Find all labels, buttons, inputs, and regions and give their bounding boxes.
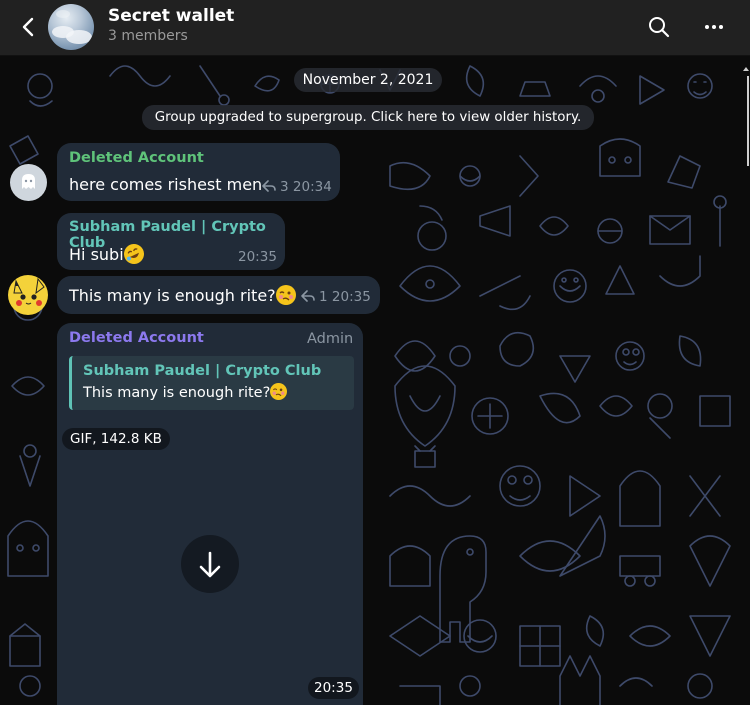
back-button[interactable] bbox=[14, 12, 44, 42]
message-bubble[interactable]: Deleted Account here comes rishest men 3… bbox=[57, 143, 340, 201]
subham-paudel-avatar[interactable] bbox=[8, 275, 48, 315]
message-content: This many is enough rite? bbox=[69, 285, 296, 305]
sender-name[interactable]: Deleted Account bbox=[69, 150, 204, 166]
pikachu-avatar-icon bbox=[13, 277, 45, 306]
download-button[interactable] bbox=[181, 535, 239, 593]
woozy-face-emoji-icon bbox=[275, 285, 296, 305]
woozy-face-emoji-icon bbox=[270, 383, 288, 400]
admin-badge: Admin bbox=[307, 331, 354, 347]
chat-header: Secret wallet 3 members bbox=[0, 0, 750, 56]
gif-size-badge: GIF, 142.8 KB bbox=[62, 428, 170, 450]
scroll-up-icon bbox=[743, 67, 749, 71]
message-text: Hi subi bbox=[69, 245, 124, 264]
reply-count: 1 bbox=[319, 289, 328, 305]
message-text: This many is enough rite? bbox=[69, 286, 276, 305]
supergroup-service-message[interactable]: Group upgraded to supergroup. Click here… bbox=[142, 105, 594, 130]
sender-name[interactable]: Deleted Account bbox=[69, 330, 204, 346]
message-time: 20:35 bbox=[238, 249, 277, 265]
message-bubble[interactable]: This many is enough rite? 1 20:35 bbox=[57, 276, 380, 314]
more-horizontal-icon bbox=[705, 25, 723, 29]
member-count[interactable]: 3 members bbox=[108, 28, 188, 44]
search-button[interactable] bbox=[646, 14, 672, 40]
reply-quote[interactable]: Subham Paudel | Crypto Club This many is… bbox=[69, 356, 354, 410]
group-avatar[interactable] bbox=[48, 4, 94, 50]
chevron-left-icon bbox=[22, 17, 34, 37]
ghost-icon bbox=[22, 174, 35, 189]
date-separator: November 2, 2021 bbox=[294, 68, 442, 92]
quoted-text: This many is enough rite? bbox=[83, 385, 271, 401]
search-icon bbox=[649, 17, 670, 38]
quoted-sender: Subham Paudel | Crypto Club bbox=[83, 363, 322, 379]
message-content: Hi subi bbox=[69, 240, 147, 268]
scrollbar-thumb[interactable] bbox=[747, 76, 749, 166]
reply-arrow-icon bbox=[301, 290, 315, 302]
quoted-content: This many is enough rite? bbox=[83, 383, 288, 401]
message-time: 20:34 bbox=[292, 179, 332, 195]
message-text: here comes rishest men bbox=[69, 175, 263, 194]
message-time: 20:35 bbox=[308, 677, 359, 699]
chat-scrollbar[interactable] bbox=[742, 56, 750, 705]
rolling-on-floor-laughing-emoji-icon bbox=[120, 240, 147, 268]
message-meta[interactable]: 1 20:35 bbox=[301, 289, 371, 305]
more-options-button[interactable] bbox=[700, 14, 728, 40]
message-time: 20:35 bbox=[331, 289, 371, 305]
deleted-account-avatar[interactable] bbox=[10, 164, 47, 201]
message-meta[interactable]: 3 20:34 bbox=[262, 179, 332, 195]
reply-count: 3 bbox=[280, 179, 289, 195]
reply-arrow-icon bbox=[262, 180, 276, 192]
download-arrow-icon bbox=[199, 551, 221, 578]
chat-title[interactable]: Secret wallet bbox=[108, 6, 234, 26]
message-bubble[interactable]: Subham Paudel | Crypto Club Hi subi 20:3… bbox=[57, 213, 285, 270]
